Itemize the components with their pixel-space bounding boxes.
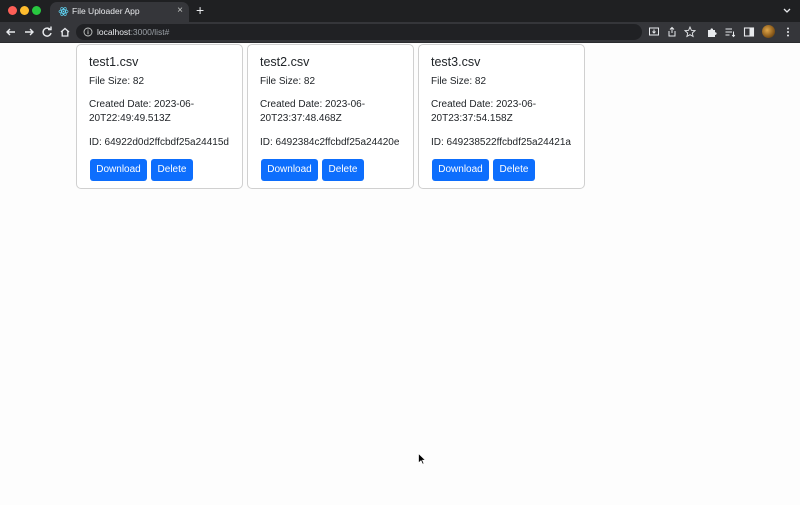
home-icon[interactable] (58, 25, 72, 39)
download-button[interactable]: Download (261, 159, 318, 181)
download-button[interactable]: Download (432, 159, 489, 181)
file-name: test1.csv (89, 55, 139, 69)
page-content: test1.csv File Size: 82 Created Date: 20… (0, 43, 800, 505)
url-host: localhost (97, 27, 131, 37)
reload-icon[interactable] (40, 25, 54, 39)
file-id: ID: 6492384c2ffcbdf25a24420e (260, 137, 400, 148)
star-icon[interactable] (684, 26, 696, 38)
browser-tab-bar: File Uploader App × + (0, 0, 800, 22)
react-icon (58, 7, 69, 16)
created-date: Created Date: 2023-06-20T23:37:54.158Z (431, 99, 537, 124)
address-bar[interactable]: localhost:3000/list# (76, 24, 642, 40)
file-id: ID: 649238522ffcbdf25a24421a (431, 137, 571, 148)
extensions-icon[interactable] (706, 26, 718, 38)
file-size: File Size: 82 (431, 76, 487, 87)
download-button[interactable]: Download (90, 159, 147, 181)
tab-close-icon[interactable]: × (177, 5, 183, 17)
new-tab-button[interactable]: + (196, 3, 204, 17)
file-card: test3.csv File Size: 82 Created Date: 20… (418, 44, 585, 189)
close-window-button[interactable] (8, 6, 17, 15)
menu-icon[interactable] (782, 26, 794, 38)
install-icon[interactable] (648, 26, 660, 38)
tab-title: File Uploader App (72, 6, 140, 16)
delete-button[interactable]: Delete (151, 159, 193, 181)
share-icon[interactable] (666, 26, 678, 38)
tab-search-chevron-icon[interactable] (782, 5, 792, 15)
file-size: File Size: 82 (260, 76, 316, 87)
browser-toolbar: localhost:3000/list# (0, 22, 800, 43)
url-text: localhost:3000/list# (97, 27, 169, 37)
reading-list-icon[interactable] (724, 26, 736, 38)
minimize-window-button[interactable] (20, 6, 29, 15)
created-date: Created Date: 2023-06-20T22:49:49.513Z (89, 99, 195, 124)
back-arrow-icon[interactable] (4, 25, 18, 39)
info-icon[interactable] (83, 27, 93, 37)
delete-button[interactable]: Delete (322, 159, 364, 181)
file-name: test3.csv (431, 55, 481, 69)
file-card: test2.csv File Size: 82 Created Date: 20… (247, 44, 414, 189)
created-date: Created Date: 2023-06-20T23:37:48.468Z (260, 99, 366, 124)
browser-tab[interactable]: File Uploader App × (50, 2, 189, 22)
file-card: test1.csv File Size: 82 Created Date: 20… (76, 44, 243, 189)
file-name: test2.csv (260, 55, 310, 69)
file-size: File Size: 82 (89, 76, 145, 87)
file-id: ID: 64922d0d2ffcbdf25a24415d (89, 137, 229, 148)
side-panel-icon[interactable] (743, 26, 755, 38)
url-path: :3000/list# (130, 27, 170, 37)
forward-arrow-icon[interactable] (22, 25, 36, 39)
delete-button[interactable]: Delete (493, 159, 535, 181)
profile-avatar[interactable] (762, 25, 775, 38)
mouse-cursor-icon (418, 453, 426, 465)
maximize-window-button[interactable] (32, 6, 41, 15)
